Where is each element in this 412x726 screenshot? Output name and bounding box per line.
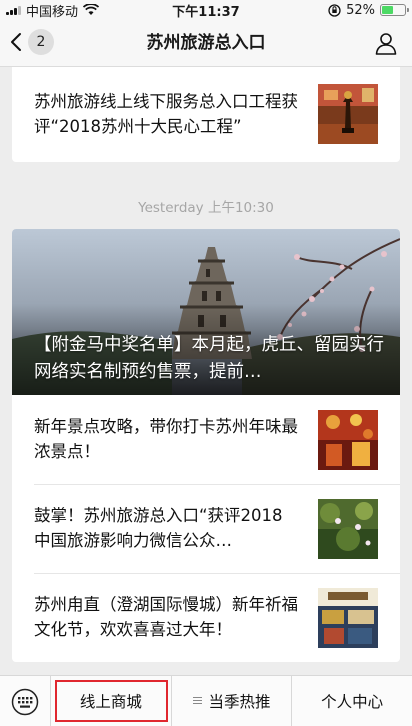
status-bar: 中国移动 下午11:37 52% xyxy=(0,0,412,20)
battery-icon xyxy=(380,4,409,16)
carrier-label: 中国移动 xyxy=(26,4,79,20)
article-card: 【附金马中奖名单】本月起，虎丘、留园实行网络实名制预约售票，提前… 新年景点攻略… xyxy=(12,229,400,662)
profile-button[interactable] xyxy=(374,31,398,59)
keyboard-toggle-button[interactable] xyxy=(0,676,51,726)
wifi-icon xyxy=(83,4,100,15)
article-thumbnail xyxy=(318,84,378,144)
article-title: 新年景点攻略，带你打卡苏州年味最浓景点！ xyxy=(34,417,298,461)
hero-article[interactable]: 【附金马中奖名单】本月起，虎丘、留园实行网络实名制预约售票，提前… xyxy=(12,229,400,395)
menu-seasonal-picks[interactable]: 当季热推 xyxy=(172,676,293,726)
article-item[interactable]: 新年景点攻略，带你打卡苏州年味最浓景点！ xyxy=(12,395,400,484)
article-card: 苏州旅游线上线下服务总入口工程获评“2018苏州十大民心工程” xyxy=(12,67,400,162)
battery-percent: 52% xyxy=(346,2,375,18)
person-icon xyxy=(375,33,397,55)
nav-bar: 2 苏州旅游总入口 xyxy=(0,20,412,67)
keyboard-icon xyxy=(11,688,39,715)
status-left: 中国移动 xyxy=(6,1,100,20)
article-title: 苏州旅游线上线下服务总入口工程获评“2018苏州十大民心工程” xyxy=(34,92,298,136)
article-item[interactable]: 鼓掌！苏州旅游总入口“获评2018中国旅游影响力微信公众… xyxy=(12,484,400,573)
menu-label: 线上商城 xyxy=(79,693,142,711)
article-item[interactable]: 苏州甪直（澄湖国际慢城）新年祈福文化节，欢欢喜喜过大年！ xyxy=(12,573,400,662)
bottom-menu: 线上商城 当季热推 个人中心 xyxy=(0,675,412,726)
page-title: 苏州旅游总入口 xyxy=(146,32,266,53)
article-title: 鼓掌！苏州旅游总入口“获评2018中国旅游影响力微信公众… xyxy=(34,506,283,550)
menu-online-mall[interactable]: 线上商城 xyxy=(51,676,172,726)
menu-label: 个人中心 xyxy=(321,693,384,711)
article-title: 苏州甪直（澄湖国际慢城）新年祈福文化节，欢欢喜喜过大年！ xyxy=(34,595,298,639)
hero-title: 【附金马中奖名单】本月起，虎丘、留园实行网络实名制预约售票，提前… xyxy=(34,335,384,382)
menu-label: 当季热推 xyxy=(208,693,271,711)
message-list[interactable]: 苏州旅游线上线下服务总入口工程获评“2018苏州十大民心工程” Yesterda… xyxy=(0,67,412,675)
article-thumbnail xyxy=(318,410,378,470)
article-item-top[interactable]: 苏州旅游线上线下服务总入口工程获评“2018苏州十大民心工程” xyxy=(12,67,400,162)
article-thumbnail xyxy=(318,588,378,648)
rotation-lock-icon xyxy=(328,3,341,17)
signal-icon xyxy=(6,5,21,15)
article-thumbnail xyxy=(318,499,378,559)
status-right: 52% xyxy=(328,2,409,18)
menu-personal-center[interactable]: 个人中心 xyxy=(292,676,412,726)
timestamp: Yesterday 上午10:30 xyxy=(138,200,274,216)
submenu-icon xyxy=(192,696,203,706)
